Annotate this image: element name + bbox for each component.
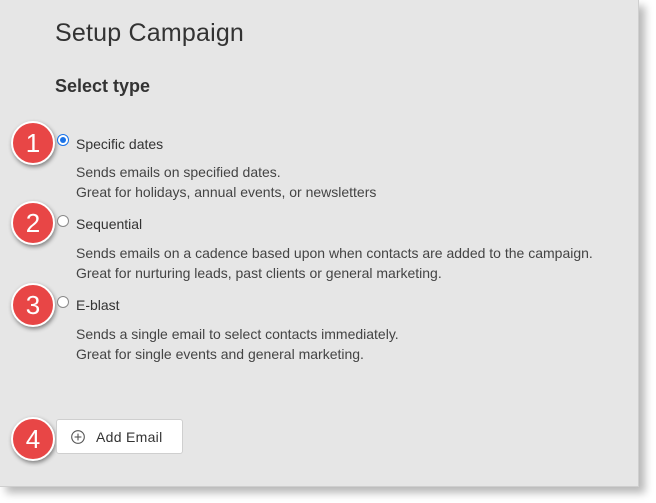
option-desc-line1-specific-dates: Sends emails on specified dates. (76, 164, 281, 180)
step-marker-3: 3 (11, 283, 55, 327)
option-desc-line2-e-blast: Great for single events and general mark… (76, 346, 364, 362)
option-label-sequential[interactable]: Sequential (76, 216, 142, 232)
page-title: Setup Campaign (55, 19, 245, 47)
radio-e-blast[interactable] (57, 296, 69, 308)
plus-circle-icon (71, 430, 85, 444)
step-marker-4: 4 (11, 417, 55, 461)
option-desc-line1-sequential: Sends emails on a cadence based upon whe… (76, 245, 593, 261)
option-desc-line2-sequential: Great for nurturing leads, past clients … (76, 265, 442, 281)
add-email-label: Add Email (96, 429, 163, 445)
option-label-specific-dates[interactable]: Specific dates (76, 136, 163, 152)
radio-sequential[interactable] (57, 215, 69, 227)
radio-specific-dates[interactable] (57, 134, 69, 146)
step-marker-2: 2 (11, 201, 55, 245)
option-desc-line1-e-blast: Sends a single email to select contacts … (76, 326, 399, 342)
option-desc-line2-specific-dates: Great for holidays, annual events, or ne… (76, 184, 377, 200)
section-title: Select type (55, 76, 151, 96)
setup-campaign-panel: Setup Campaign Select type 1 Specific da… (0, 0, 639, 487)
option-label-e-blast[interactable]: E-blast (76, 297, 120, 313)
add-email-button[interactable]: Add Email (56, 419, 183, 454)
step-marker-1: 1 (11, 121, 55, 165)
